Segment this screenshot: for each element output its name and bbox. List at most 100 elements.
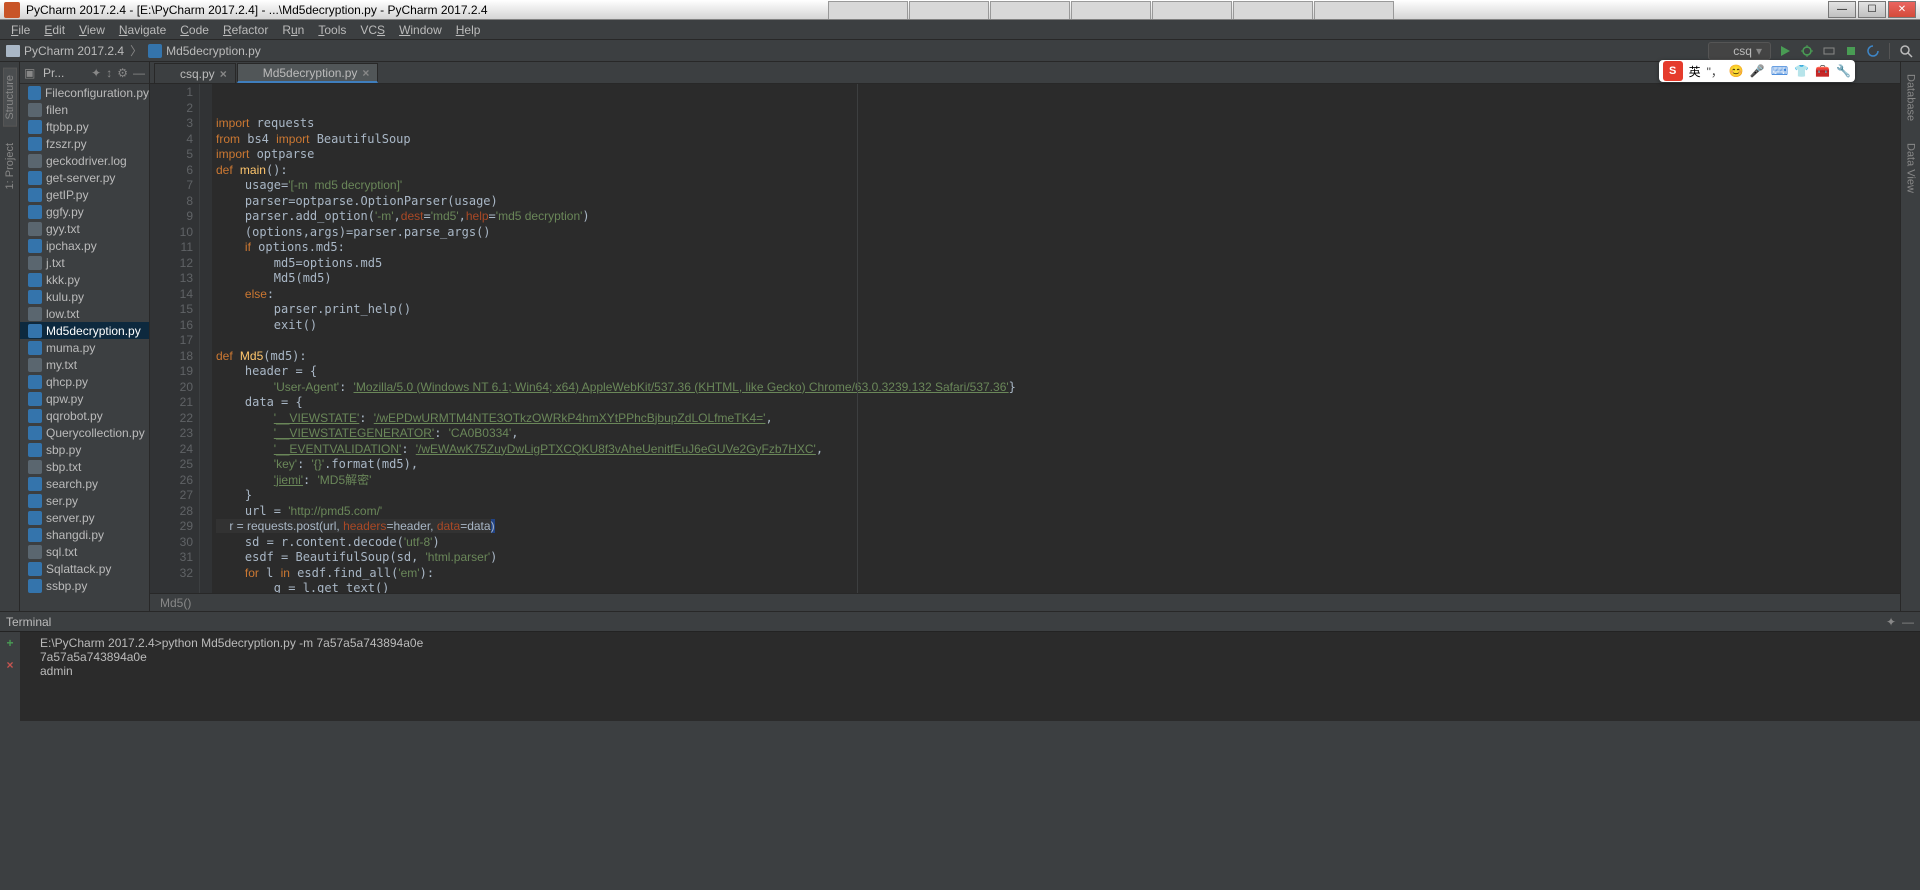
tree-item[interactable]: ipchax.py <box>20 237 149 254</box>
tool-database[interactable]: Database <box>1905 68 1917 127</box>
ime-toolbar[interactable]: S 英 "， 😊 🎤 ⌨ 👕 🧰 🔧 <box>1659 60 1855 82</box>
menu-item-code[interactable]: Code <box>173 21 216 39</box>
breadcrumb-root[interactable]: PyCharm 2017.2.4 <box>24 44 124 58</box>
menu-item-refactor[interactable]: Refactor <box>216 21 275 39</box>
menu-item-file[interactable]: File <box>4 21 37 39</box>
tree-item[interactable]: j.txt <box>20 254 149 271</box>
gear-icon[interactable]: ✦ <box>91 66 101 80</box>
menu-item-tools[interactable]: Tools <box>311 21 353 39</box>
debug-button[interactable] <box>1799 43 1815 59</box>
tool-project[interactable]: 1: Project <box>4 137 16 195</box>
taskbar-tab[interactable] <box>1233 1 1313 19</box>
tree-item[interactable]: sbp.py <box>20 441 149 458</box>
ime-toolbox-icon[interactable]: 🧰 <box>1815 64 1830 78</box>
menu-item-edit[interactable]: Edit <box>37 21 72 39</box>
hide-icon[interactable]: — <box>133 66 145 80</box>
menu-item-run[interactable]: Run <box>275 21 311 39</box>
tree-item[interactable]: ssbp.py <box>20 577 149 594</box>
terminal-output[interactable]: E:\PyCharm 2017.2.4>python Md5decryption… <box>20 632 1920 721</box>
tree-item[interactable]: sql.txt <box>20 543 149 560</box>
close-button[interactable]: ✕ <box>1888 1 1916 18</box>
python-icon <box>28 426 42 440</box>
tree-item[interactable]: Sqlattack.py <box>20 560 149 577</box>
taskbar-tab[interactable] <box>1152 1 1232 19</box>
tree-item[interactable]: kkk.py <box>20 271 149 288</box>
taskbar-tab[interactable] <box>990 1 1070 19</box>
tree-item-label: Querycollection.py <box>46 426 145 440</box>
update-button[interactable] <box>1865 43 1881 59</box>
menu-item-window[interactable]: Window <box>392 21 449 39</box>
gear-icon[interactable]: ✦ <box>1886 615 1896 629</box>
left-tool-stripe: Structure 1: Project <box>0 62 20 611</box>
tree-item[interactable]: qpw.py <box>20 390 149 407</box>
tree-item[interactable]: sbp.txt <box>20 458 149 475</box>
settings-icon[interactable]: ⚙ <box>117 66 128 80</box>
minimize-button[interactable]: — <box>1828 1 1856 18</box>
menu-item-help[interactable]: Help <box>449 21 488 39</box>
tool-structure[interactable]: Structure <box>3 68 17 127</box>
taskbar-tab[interactable] <box>1314 1 1394 19</box>
tree-item[interactable]: geckodriver.log <box>20 152 149 169</box>
chevron-down-icon: ▾ <box>1756 44 1762 58</box>
terminal-header[interactable]: Terminal ✦ — <box>0 612 1920 632</box>
tree-item[interactable]: filen <box>20 101 149 118</box>
taskbar-tab[interactable] <box>1071 1 1151 19</box>
ime-settings-icon[interactable]: 🔧 <box>1836 64 1851 78</box>
taskbar-tab[interactable] <box>828 1 908 19</box>
tree-item[interactable]: my.txt <box>20 356 149 373</box>
close-tab-button[interactable]: × <box>6 658 13 672</box>
ime-mic-icon[interactable]: 🎤 <box>1750 64 1765 78</box>
ime-skin-icon[interactable]: 👕 <box>1794 64 1809 78</box>
tree-item[interactable]: qhcp.py <box>20 373 149 390</box>
tree-item-label: geckodriver.log <box>46 154 127 168</box>
add-tab-button[interactable]: + <box>6 636 13 650</box>
close-icon[interactable]: × <box>362 66 369 80</box>
fold-column[interactable] <box>200 84 212 593</box>
tree-item[interactable]: Fileconfiguration.py <box>20 84 149 101</box>
ime-lang[interactable]: 英 <box>1689 63 1701 80</box>
ime-keyboard-icon[interactable]: ⌨ <box>1771 64 1788 78</box>
tree-item[interactable]: Querycollection.py <box>20 424 149 441</box>
tree-item[interactable]: ser.py <box>20 492 149 509</box>
tree-item[interactable]: server.py <box>20 509 149 526</box>
tree-item[interactable]: ftpbp.py <box>20 118 149 135</box>
tree-item[interactable]: getIP.py <box>20 186 149 203</box>
ime-punct-icon[interactable]: "， <box>1707 63 1723 80</box>
collapse-icon[interactable]: ↕ <box>106 66 112 80</box>
menu-item-view[interactable]: View <box>72 21 112 39</box>
coverage-button[interactable] <box>1821 43 1837 59</box>
tree-item[interactable]: search.py <box>20 475 149 492</box>
run-button[interactable] <box>1777 43 1793 59</box>
tree-item[interactable]: get-server.py <box>20 169 149 186</box>
tree-item[interactable]: low.txt <box>20 305 149 322</box>
tree-item[interactable]: gyy.txt <box>20 220 149 237</box>
tree-item-label: Fileconfiguration.py <box>45 86 149 100</box>
menu-item-vcs[interactable]: VCS <box>353 21 392 39</box>
stop-button[interactable] <box>1843 43 1859 59</box>
tree-item-label: ser.py <box>46 494 78 508</box>
tree-item[interactable]: shangdi.py <box>20 526 149 543</box>
code-content[interactable]: import requests from bs4 import Beautifu… <box>212 84 1900 593</box>
editor-tab[interactable]: Md5decryption.py × <box>237 63 379 83</box>
tool-dataview[interactable]: Data View <box>1905 137 1917 199</box>
tree-item[interactable]: Md5decryption.py <box>20 322 149 339</box>
tree-item[interactable]: qqrobot.py <box>20 407 149 424</box>
menu-item-navigate[interactable]: Navigate <box>112 21 173 39</box>
line-number-gutter: 1234567891011121314151617181920212223242… <box>150 84 200 593</box>
project-tree[interactable]: Fileconfiguration.pyfilenftpbp.py fzszr.p… <box>20 84 149 611</box>
tree-item[interactable]: muma.py <box>20 339 149 356</box>
maximize-button[interactable]: ☐ <box>1858 1 1886 18</box>
editor[interactable]: 1234567891011121314151617181920212223242… <box>150 84 1900 593</box>
editor-tab[interactable]: csq.py × <box>154 63 236 83</box>
run-configuration-selector[interactable]: csq ▾ <box>1708 42 1771 60</box>
ime-face-icon[interactable]: 😊 <box>1729 64 1744 78</box>
search-button[interactable] <box>1898 43 1914 59</box>
breadcrumb-file[interactable]: Md5decryption.py <box>166 44 261 58</box>
close-icon[interactable]: × <box>220 67 227 81</box>
hide-icon[interactable]: — <box>1902 615 1914 629</box>
tree-item-label: fzszr.py <box>46 137 87 151</box>
tree-item[interactable]: kulu.py <box>20 288 149 305</box>
tree-item[interactable]: ggfy.py <box>20 203 149 220</box>
tree-item[interactable]: fzszr.py <box>20 135 149 152</box>
taskbar-tab[interactable] <box>909 1 989 19</box>
